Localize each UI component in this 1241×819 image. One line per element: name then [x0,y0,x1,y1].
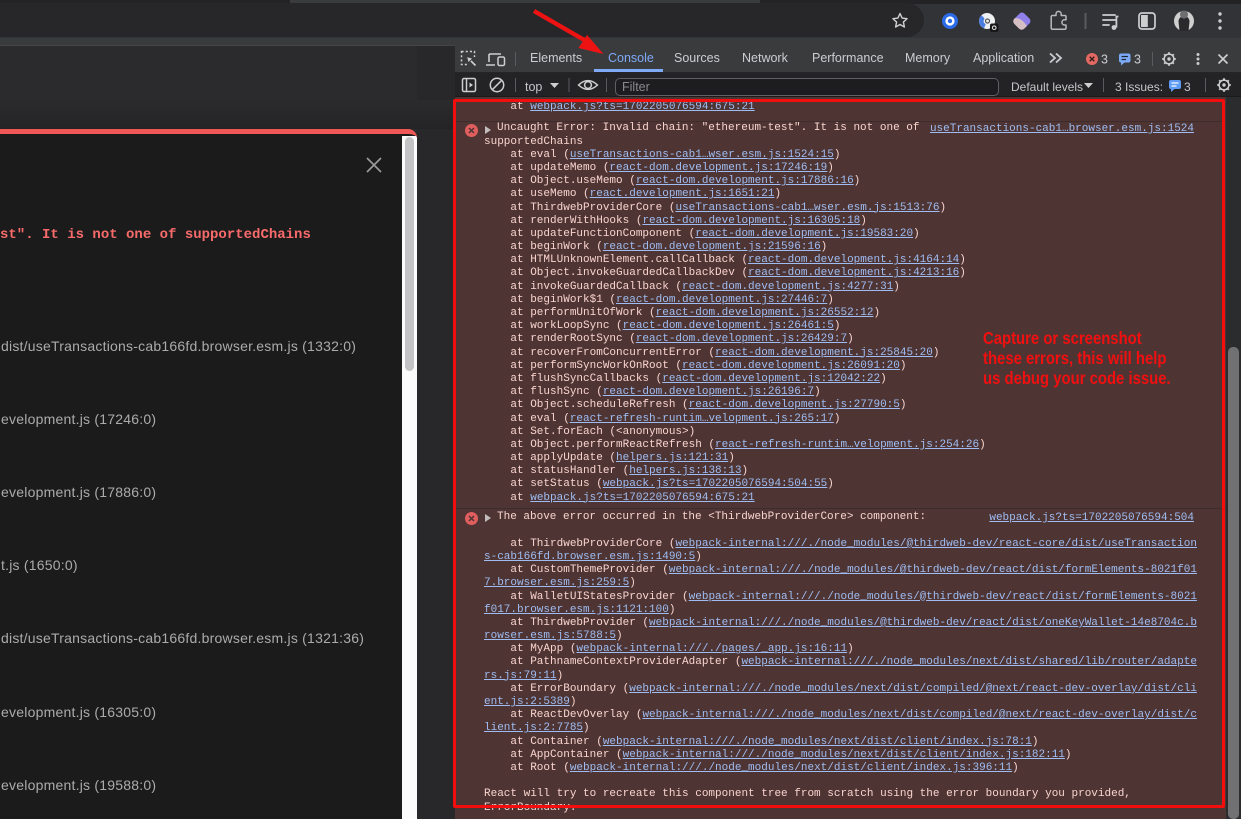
svg-text:3: 3 [1134,53,1141,67]
svg-text:3: 3 [1101,53,1108,67]
